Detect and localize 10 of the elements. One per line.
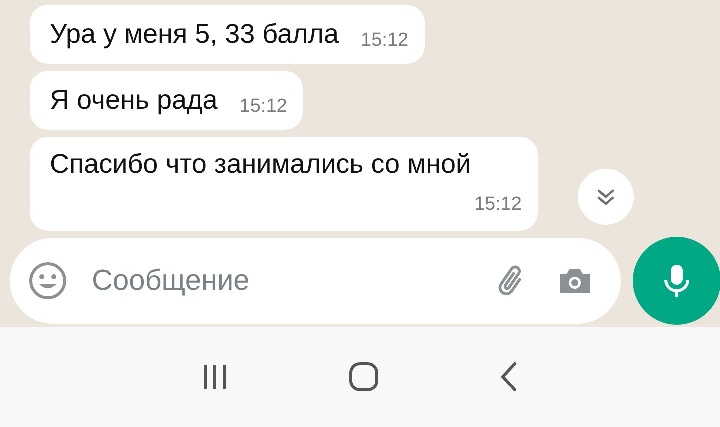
emoji-icon[interactable] bbox=[28, 261, 68, 301]
message-input[interactable]: Сообщение bbox=[90, 264, 471, 298]
home-icon[interactable] bbox=[346, 360, 381, 394]
message-time: 15:12 bbox=[361, 28, 409, 52]
message-text: Спасибо что занимались со мной bbox=[50, 149, 472, 180]
message-bar[interactable]: Сообщение bbox=[10, 238, 621, 324]
message-text: Ура у меня 5, 33 балла bbox=[50, 19, 340, 50]
message-time: 15:12 bbox=[240, 94, 288, 118]
message-time: 15:12 bbox=[474, 193, 522, 216]
message-text: Я очень рада bbox=[50, 85, 218, 116]
